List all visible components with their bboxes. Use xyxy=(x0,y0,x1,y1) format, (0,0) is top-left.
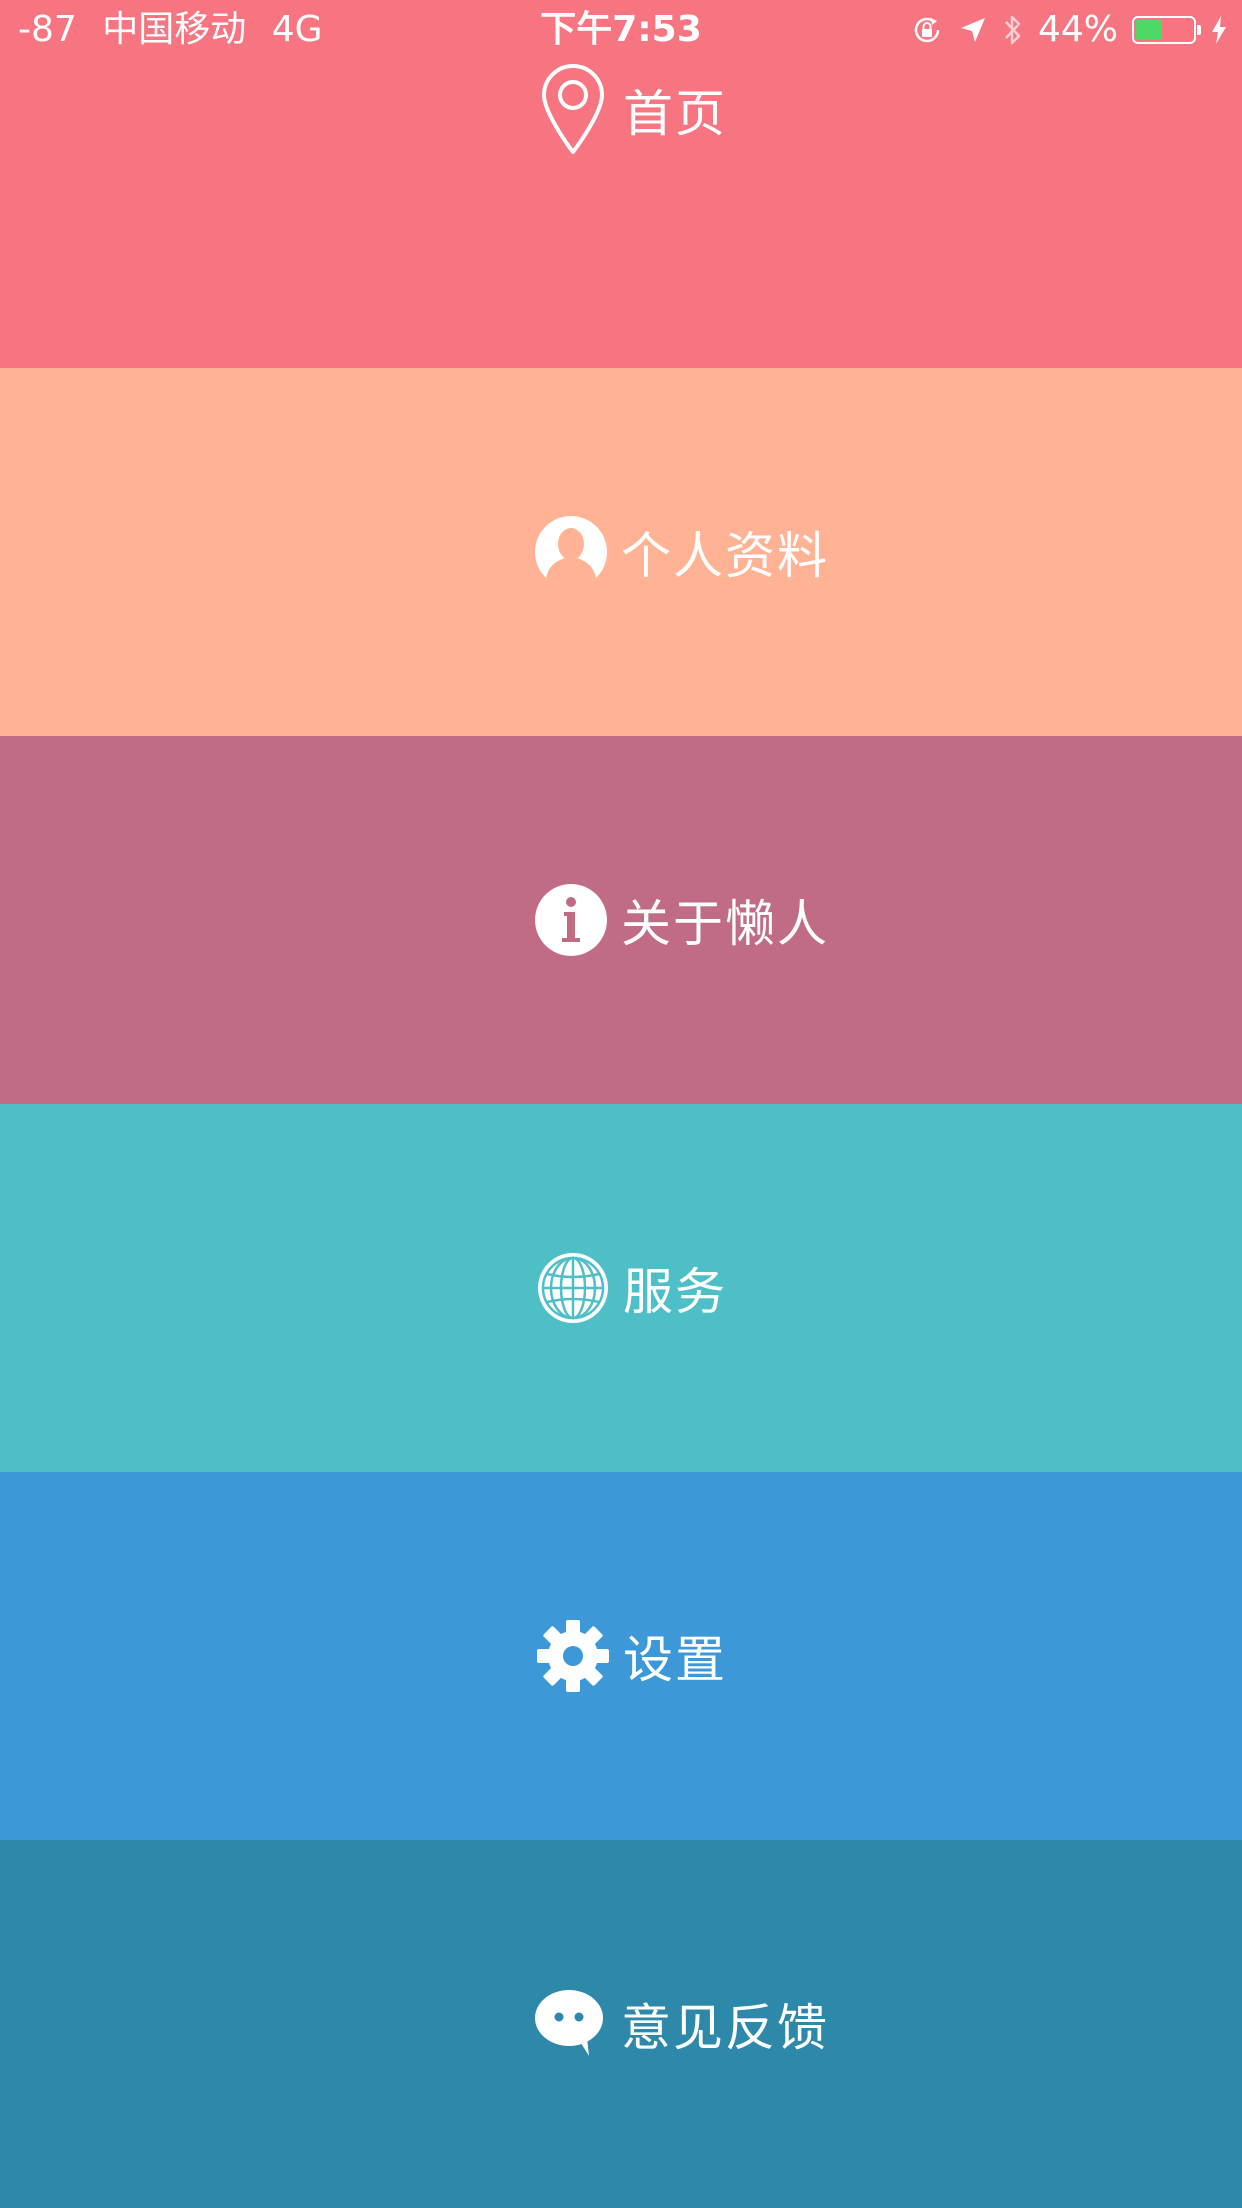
battery-level-fill xyxy=(1136,20,1163,40)
menu-item-content: 首页 xyxy=(535,64,727,154)
menu-item-label: 首页 xyxy=(623,85,727,143)
menu-item-services[interactable]: 服务 xyxy=(0,1104,1242,1472)
menu-item-settings[interactable]: 设置 xyxy=(0,1472,1242,1840)
menu-item-content: 设置 xyxy=(535,1618,727,1694)
menu-item-label: 服务 xyxy=(623,1263,727,1321)
menu-item-content: 意见反馈 xyxy=(533,1986,829,2062)
map-pin-icon xyxy=(535,64,611,154)
user-avatar-icon xyxy=(533,514,609,590)
globe-icon xyxy=(535,1250,611,1326)
status-bar-right: 44% xyxy=(910,8,1228,52)
menu-item-label: 意见反馈 xyxy=(621,1999,829,2057)
info-icon xyxy=(533,882,609,958)
bluetooth-icon xyxy=(1002,12,1024,48)
menu-item-content: 关于懒人 xyxy=(533,882,829,958)
menu-item-about[interactable]: 关于懒人 xyxy=(0,736,1242,1104)
charging-bolt-icon xyxy=(1210,15,1228,45)
menu-item-profile[interactable]: 个人资料 xyxy=(0,368,1242,736)
status-bar: -87 中国移动 4G 下午7:53 44% xyxy=(0,0,1242,60)
main-menu: 首页 个人资料 关于懒人 服务 设置 意见反馈 xyxy=(0,0,1242,2208)
battery-percent: 44% xyxy=(1037,9,1118,50)
menu-item-label: 个人资料 xyxy=(621,527,829,585)
app-screen: 首页 个人资料 关于懒人 服务 设置 意见反馈 -87 中国移动 4G 下午7:… xyxy=(0,0,1242,2208)
gear-icon xyxy=(535,1618,611,1694)
chat-bubble-icon xyxy=(533,1986,609,2062)
menu-item-content: 个人资料 xyxy=(533,514,829,590)
menu-item-content: 服务 xyxy=(535,1250,727,1326)
menu-item-feedback[interactable]: 意见反馈 xyxy=(0,1840,1242,2208)
battery-icon xyxy=(1132,16,1201,44)
location-arrow-icon xyxy=(958,15,988,45)
menu-item-label: 关于懒人 xyxy=(621,895,829,953)
orientation-lock-icon xyxy=(910,13,944,47)
menu-item-label: 设置 xyxy=(623,1631,727,1689)
